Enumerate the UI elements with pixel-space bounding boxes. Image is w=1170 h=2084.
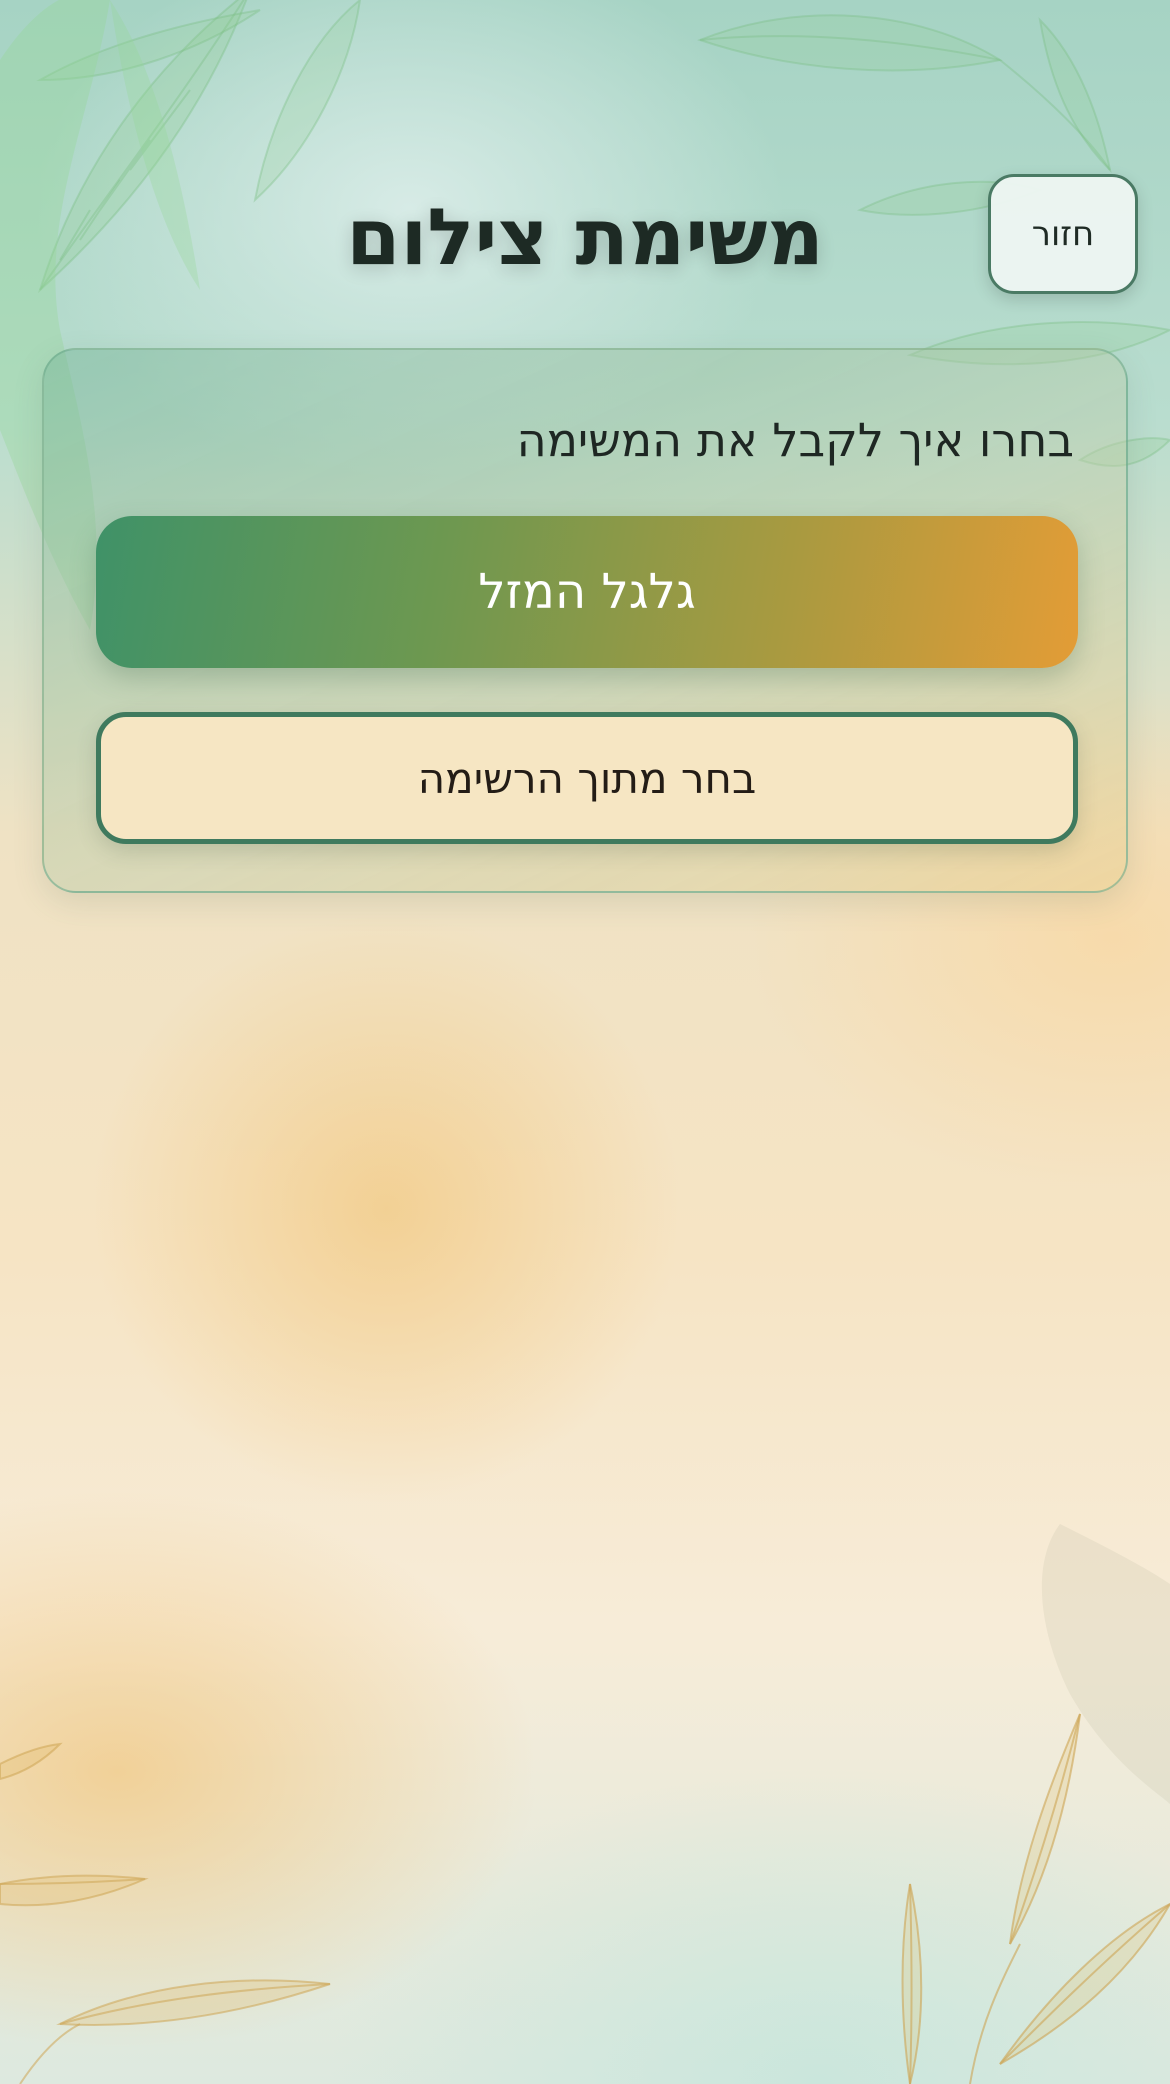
header: משימת צילום חזור — [0, 0, 1170, 340]
task-method-card: בחרו איך לקבל את המשימה גלגל המזל בחר מת… — [42, 348, 1128, 893]
choose-from-list-button[interactable]: בחר מתוך הרשימה — [96, 712, 1078, 844]
wheel-of-fortune-button[interactable]: גלגל המזל — [96, 516, 1078, 668]
leaf-decoration-bottom-right — [901, 1524, 1170, 2084]
leaf-decoration-bottom-left — [0, 1742, 331, 2084]
back-button[interactable]: חזור — [988, 174, 1138, 294]
card-heading: בחרו איך לקבל את המשימה — [516, 413, 1074, 467]
